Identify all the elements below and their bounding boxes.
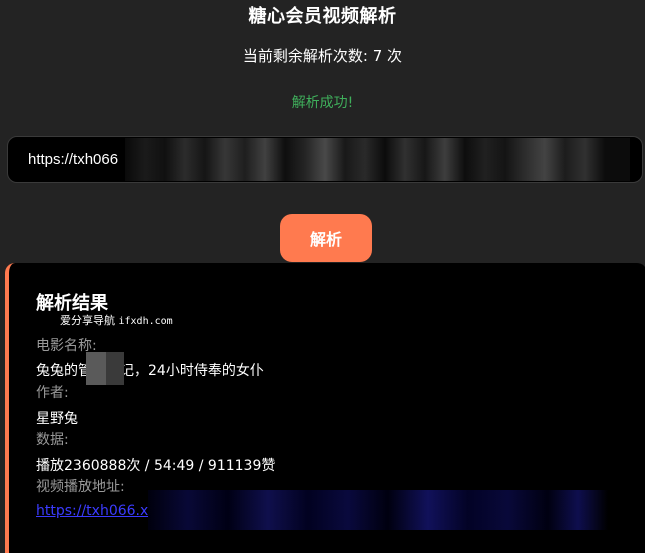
url-redaction [125,138,630,181]
author-label: 作者: [36,385,69,401]
link-redaction [148,490,608,530]
parse-button[interactable]: 解析 [280,214,372,262]
author-value: 星野兔 [36,411,78,427]
stats-value: 播放2360888次 / 54:49 / 911139赞 [36,458,276,474]
stats-label: 数据: [36,432,69,448]
remaining-count: 当前剩余解析次数: 7 次 [242,47,403,65]
page-title: 糖心会员视频解析 [248,6,397,27]
status-message: 解析成功! [291,95,354,111]
movie-name-value: 兔兔的管理日记，24小时侍奉的女仆 [36,363,264,379]
title-redaction [86,352,124,385]
watermark-domain: ifxdh.com [118,316,173,327]
watermark-text: 爱分享导航 [60,314,115,327]
video-url-label: 视频播放地址: [36,479,125,495]
watermark: 爱分享导航 ifxdh.com [60,312,173,328]
video-url-link[interactable]: https://txh066.x [36,503,148,519]
